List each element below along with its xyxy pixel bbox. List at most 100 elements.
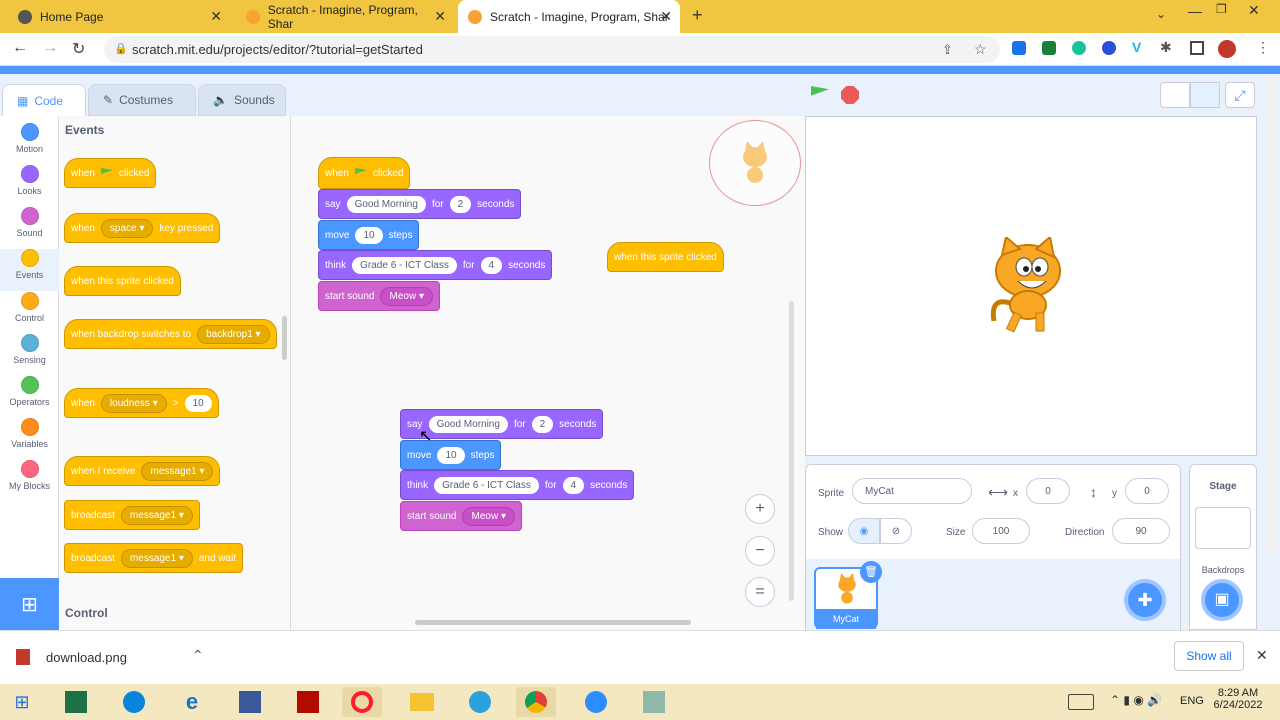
taskbar-zoom[interactable] [576,687,616,717]
block-move-steps[interactable]: move 10 steps [318,220,420,250]
taskbar-app[interactable] [230,687,270,717]
normal-stage-button[interactable] [1190,82,1220,108]
block-broadcast[interactable]: broadcast message1 ▾ [64,500,200,530]
taskbar-acrobat[interactable] [288,687,328,717]
block-when-sprite-clicked[interactable]: when this sprite clicked [64,266,181,296]
tab-search-icon[interactable]: ⌄ [1156,7,1166,21]
show-all-button[interactable]: Show all [1174,641,1244,671]
number-input[interactable]: 10 [184,394,212,412]
message-dropdown[interactable]: message1 ▾ [120,505,193,525]
block-broadcast-and-wait[interactable]: broadcast message1 ▾ and wait [64,543,244,573]
block-when-key-pressed[interactable]: when space ▾ key pressed [64,213,221,243]
text-input[interactable]: Grade 6 - ICT Class [434,476,539,494]
message-dropdown[interactable]: message1 ▾ [141,461,214,481]
block-when-flag-clicked[interactable]: when clicked [318,157,411,189]
puzzle-icon[interactable]: ✱ [1160,39,1172,56]
minimize-button[interactable]: — [1188,3,1202,19]
delete-sprite-button[interactable]: 🗑 [860,561,882,583]
zoom-out-button[interactable]: − [745,536,775,566]
direction-input[interactable]: 90 [1112,518,1170,544]
sound-dropdown[interactable]: Meow ▾ [462,506,515,526]
zoom-reset-button[interactable]: = [745,577,775,607]
vertical-scrollbar[interactable] [789,301,794,601]
cat-sprite[interactable] [984,237,1076,335]
category-motion[interactable]: Motion [0,123,59,154]
zoom-in-button[interactable]: + [745,494,775,524]
y-input[interactable]: 0 [1125,478,1169,504]
download-filename[interactable]: download.png [46,650,127,665]
text-input[interactable]: Good Morning [346,195,426,213]
stage-selector-pane[interactable]: Stage Backdrops ▣ [1189,464,1257,630]
address-bar[interactable]: 🔒 scratch.mit.edu/projects/editor/?tutor… [104,36,1000,63]
small-stage-button[interactable] [1160,82,1190,108]
category-sound[interactable]: Sound [0,207,59,238]
code-workspace[interactable]: when clicked say Good Morning for 2 seconds m… [291,116,805,630]
bookmark-star-icon[interactable]: ☆ [974,36,987,63]
stage-thumbnail[interactable] [1195,507,1251,549]
category-operators[interactable]: Operators [0,376,59,407]
block-start-sound[interactable]: start sound Meow ▾ [318,281,440,311]
page-scrollbar[interactable] [1268,74,1278,554]
size-input[interactable]: 100 [972,518,1030,544]
new-tab-button[interactable]: + [692,5,703,26]
taskbar-excel[interactable] [56,687,96,717]
number-input[interactable]: 2 [531,415,554,433]
block-when-loudness[interactable]: when loudness ▾ >10 [64,388,219,418]
category-control[interactable]: Control [0,292,59,323]
tab-sounds[interactable]: 🔈 Sounds [198,84,286,116]
vimeo-icon[interactable]: V [1132,39,1141,55]
block-when-backdrop-switches[interactable]: when backdrop switches to backdrop1 ▾ [64,319,277,349]
clock[interactable]: 8:29 AM 6/24/2022 [1210,687,1266,711]
menu-icon[interactable]: ⋮ [1256,39,1270,56]
language-indicator[interactable]: ENG [1180,695,1204,707]
tab-costumes[interactable]: ✎ Costumes [88,84,196,116]
horizontal-scrollbar[interactable] [415,620,691,625]
block-when-sprite-clicked[interactable]: when this sprite clicked [607,242,724,272]
key-dropdown[interactable]: space ▾ [100,218,154,238]
block-say-for-seconds[interactable]: say Good Morning for 2 seconds [318,189,522,219]
taskbar-opera[interactable] [342,687,382,717]
add-extension-button[interactable]: ⊞ [0,578,59,630]
extension-icon[interactable] [1102,41,1116,55]
chevron-up-icon[interactable]: ⌃ [192,647,204,664]
green-flag-button[interactable] [811,86,829,102]
block-think-for-seconds[interactable]: think Grade 6 - ICT Class for 4 seconds [400,470,635,500]
block-move-steps[interactable]: move 10 steps [400,440,502,470]
choose-sprite-button[interactable]: ✚ [1124,579,1166,621]
close-icon[interactable]: ✕ [660,8,672,25]
reload-icon[interactable]: ↻ [72,39,85,59]
taskbar-ie[interactable]: e [172,687,212,717]
maximize-button[interactable]: ❐ [1216,2,1227,16]
taskbar-app[interactable] [634,687,674,717]
text-input[interactable]: Good Morning [428,415,508,433]
number-input[interactable]: 2 [449,195,472,213]
message-dropdown[interactable]: message1 ▾ [120,548,193,568]
backdrop-dropdown[interactable]: backdrop1 ▾ [197,324,270,344]
block-think-for-seconds[interactable]: think Grade 6 - ICT Class for 4 seconds [318,250,553,280]
sprite-name-input[interactable]: MyCat [852,478,972,504]
text-input[interactable]: Grade 6 - ICT Class [352,256,457,274]
start-button[interactable]: ⊞ [2,687,42,717]
sound-dropdown[interactable]: Meow ▾ [380,286,433,306]
close-icon[interactable]: ✕ [434,8,446,25]
palette-scrollbar[interactable] [282,316,287,360]
block-when-i-receive[interactable]: when I receive message1 ▾ [64,456,221,486]
stop-button[interactable] [841,86,859,104]
tab-scratch-1[interactable]: Scratch - Imagine, Program, Shar ✕ [236,0,454,33]
category-events[interactable]: Events [0,249,59,291]
close-icon[interactable]: ✕ [1256,647,1268,664]
taskbar-edge[interactable] [114,687,154,717]
sprite-thumb-mycat[interactable]: MyCat 🗑 [814,561,882,629]
number-input[interactable]: 10 [437,446,465,464]
forward-icon[interactable]: → [42,39,58,57]
taskbar-telegram[interactable] [460,687,500,717]
tab-scratch-active[interactable]: Scratch - Imagine, Program, Shar ✕ [458,0,680,33]
choose-backdrop-button[interactable]: ▣ [1201,579,1243,621]
avatar[interactable] [1218,40,1236,58]
fullscreen-button[interactable]: ⤢ [1225,82,1255,108]
sensor-dropdown[interactable]: loudness ▾ [100,393,167,413]
show-visible-button[interactable]: ◉ [848,518,880,544]
number-input[interactable]: 10 [355,226,383,244]
taskbar-chrome[interactable] [516,687,556,717]
side-panel-icon[interactable] [1190,41,1204,55]
